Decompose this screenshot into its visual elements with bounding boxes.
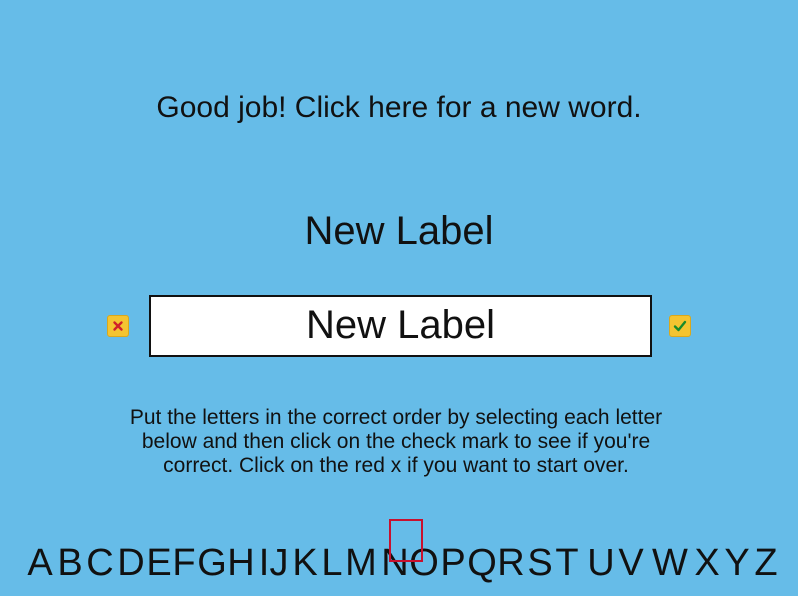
letter-r[interactable]: R	[495, 540, 527, 586]
letter-g[interactable]: G	[196, 540, 228, 586]
letter-u[interactable]: U	[585, 540, 617, 586]
letter-m[interactable]: M	[345, 540, 377, 586]
game-stage: Good job! Click here for a new word. New…	[0, 0, 798, 596]
letter-z[interactable]: Z	[750, 540, 782, 586]
word-heading: New Label	[304, 209, 494, 253]
letter-v[interactable]: V	[615, 540, 647, 586]
red-x-icon	[113, 321, 123, 331]
letter-a[interactable]: A	[24, 540, 56, 586]
letter-t[interactable]: T	[551, 540, 583, 586]
letter-y[interactable]: Y	[721, 540, 753, 586]
letter-p[interactable]: P	[437, 540, 469, 586]
letter-c[interactable]: C	[84, 540, 116, 586]
letter-w[interactable]: W	[652, 540, 688, 586]
letter-b[interactable]: B	[54, 540, 86, 586]
letter-q[interactable]: Q	[466, 540, 498, 586]
green-check-icon	[673, 320, 687, 332]
check-button[interactable]	[669, 315, 691, 337]
answer-field: New Label	[149, 295, 652, 357]
letter-x[interactable]: X	[691, 540, 723, 586]
selection-outline	[389, 519, 423, 562]
instructions-text: Put the letters in the correct order by …	[129, 406, 663, 477]
letter-l[interactable]: L	[316, 540, 348, 586]
reset-button[interactable]	[107, 315, 129, 337]
new-word-link[interactable]: Good job! Click here for a new word.	[0, 88, 798, 128]
